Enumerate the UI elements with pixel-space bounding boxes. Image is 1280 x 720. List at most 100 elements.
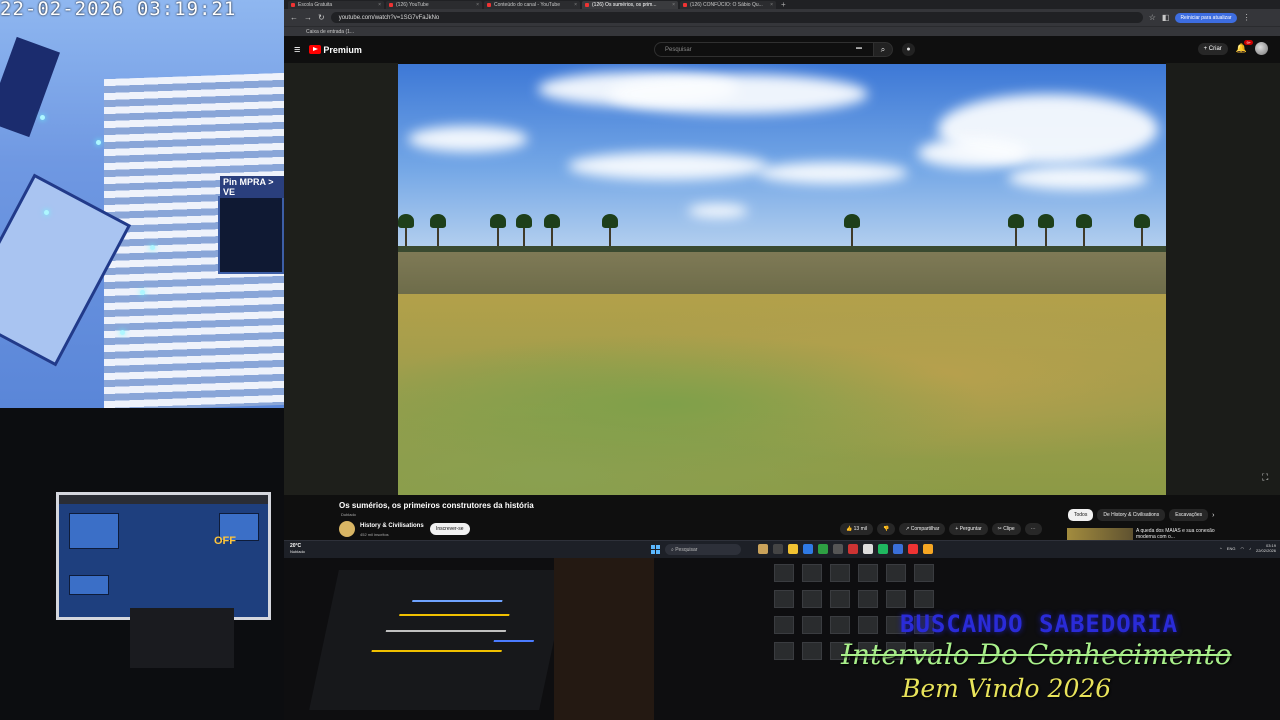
- video-actions: 👍 13 mil 👎 ↗ Compartilhar + Perguntar ✂ …: [840, 523, 1042, 535]
- search-button[interactable]: ⌕: [873, 42, 893, 57]
- studio-desk: [130, 608, 234, 668]
- tab-bar: Escola Gratuita × (126) YouTube × Conteúdo…: [284, 0, 1280, 9]
- close-icon[interactable]: ×: [574, 2, 577, 8]
- close-icon[interactable]: ×: [770, 2, 773, 8]
- player-background: [1166, 63, 1280, 495]
- close-icon[interactable]: ×: [378, 2, 381, 8]
- equipment-rack: [554, 558, 654, 720]
- close-icon[interactable]: ×: [672, 2, 675, 8]
- browser-tab[interactable]: (126) YouTube ×: [386, 0, 482, 9]
- create-button[interactable]: + Criar: [1197, 42, 1228, 55]
- player-background: [284, 63, 398, 495]
- cam-sign: Pin MPRA > VE: [220, 176, 284, 198]
- led-light: [40, 115, 45, 120]
- windows-start-icon[interactable]: [651, 545, 660, 554]
- weather-widget[interactable]: 20°C Nublado: [290, 543, 305, 555]
- dubbed-label: Dublado: [341, 512, 356, 517]
- star-icon[interactable]: ☆: [1149, 13, 1156, 22]
- file-explorer-icon[interactable]: [788, 544, 798, 554]
- chrome-icon[interactable]: [818, 544, 828, 554]
- security-camera-feed: Pin MPRA > VE 22-02-2026 03:19:21: [0, 0, 284, 408]
- app-icon[interactable]: [758, 544, 768, 554]
- related-chips: Todos De History & Civilisations Escavaç…: [1068, 509, 1215, 521]
- app-icon[interactable]: [878, 544, 888, 554]
- system-tray: ^ ENG ◠ ♪ 03:19 22/02/2026: [1220, 543, 1276, 553]
- app-icon[interactable]: [923, 544, 933, 554]
- recommended-thumbnail[interactable]: [1067, 528, 1133, 540]
- more-menu-icon[interactable]: ⋮: [1243, 13, 1251, 22]
- video-player[interactable]: [398, 64, 1166, 495]
- taskbar-search-input[interactable]: ⌕ Pesquisar: [665, 544, 741, 555]
- bookmark-item[interactable]: Caixa de entrada (1...: [306, 29, 354, 35]
- clip-button[interactable]: ✂ Clipe: [991, 523, 1021, 535]
- edge-icon[interactable]: [803, 544, 813, 554]
- store-icon[interactable]: [833, 544, 843, 554]
- led-light: [140, 290, 145, 295]
- close-icon[interactable]: ×: [476, 2, 479, 8]
- overlay-title: BUSCANDO SABEDORIA: [900, 610, 1179, 638]
- tab-favicon-icon: [487, 2, 491, 7]
- overlay-subtitle: Intervalo Do Conhecimento: [841, 638, 1232, 671]
- avatar[interactable]: [1255, 42, 1268, 55]
- cam-device: [218, 196, 284, 274]
- screen: Pin MPRA > VE 22-02-2026 03:19:21 OFF Es…: [0, 0, 1280, 720]
- cam-object: [0, 36, 61, 138]
- share-button[interactable]: ↗ Compartilhar: [899, 523, 946, 535]
- youtube-header: ≡ Premium Pesquisar ▬ ⌕ ● + Criar 🔔 9+: [284, 36, 1280, 63]
- ask-button[interactable]: + Perguntar: [949, 523, 988, 535]
- microphone-icon[interactable]: ●: [902, 43, 915, 56]
- volume-icon[interactable]: ♪: [1249, 546, 1251, 551]
- led-light: [150, 245, 155, 250]
- forward-icon[interactable]: →: [304, 13, 312, 22]
- tray-chevron-icon[interactable]: ^: [1220, 546, 1222, 551]
- studio-webcam: OFF: [0, 408, 284, 720]
- channel-name[interactable]: History & Civilisations: [360, 523, 424, 529]
- notifications-bell-icon[interactable]: 🔔 9+: [1236, 40, 1253, 54]
- overlay-welcome: Bem Vindo 2026: [902, 674, 1112, 703]
- browser-tab[interactable]: Escola Gratuita ×: [288, 0, 384, 9]
- browser-tab[interactable]: Conteúdo do canal - YouTube ×: [484, 0, 580, 9]
- camera-timestamp: 22-02-2026 03:19:21: [0, 0, 237, 20]
- hamburger-menu-icon[interactable]: ≡: [294, 44, 300, 56]
- browser-tab[interactable]: (126) CONFÚCIO: O Sábio Qu... ×: [680, 0, 776, 9]
- youtube-search-input[interactable]: Pesquisar: [654, 42, 874, 57]
- search-icon: ⌕: [880, 44, 886, 54]
- tab-favicon-icon: [291, 2, 295, 7]
- led-light: [120, 330, 125, 335]
- led-light: [44, 210, 49, 215]
- more-actions-button[interactable]: ⋯: [1024, 523, 1042, 535]
- video-frame-embankment: [398, 252, 1166, 300]
- extensions-icon[interactable]: ◧: [1162, 13, 1170, 22]
- back-icon[interactable]: ←: [290, 13, 298, 22]
- task-view-icon[interactable]: [773, 544, 783, 554]
- chip-channel[interactable]: De History & Civilisations: [1097, 509, 1166, 521]
- chevron-right-icon[interactable]: ›: [1212, 512, 1214, 519]
- clock[interactable]: 03:19 22/02/2026: [1256, 543, 1276, 553]
- restart-to-update-button[interactable]: Reiniciar para atualizar: [1175, 12, 1237, 23]
- new-tab-button[interactable]: +: [778, 0, 789, 9]
- video-frame-field: [398, 294, 1166, 495]
- youtube-logo[interactable]: Premium: [309, 45, 362, 55]
- channel-avatar[interactable]: [339, 521, 355, 537]
- subscribe-button[interactable]: Inscrever-se: [430, 523, 470, 535]
- windows-taskbar: 20°C Nublado ⌕ Pesquisar ^ ENG ◠ ♪ 03:19 2…: [284, 540, 1280, 558]
- dislike-button[interactable]: 👎: [876, 523, 896, 535]
- like-button[interactable]: 👍 13 mil: [840, 523, 873, 535]
- app-icon[interactable]: [848, 544, 858, 554]
- wifi-icon[interactable]: ◠: [1240, 546, 1244, 551]
- reload-icon[interactable]: ↻: [318, 13, 325, 22]
- keyboard-icon[interactable]: ▬: [856, 45, 862, 51]
- app-icon[interactable]: [863, 544, 873, 554]
- language-indicator[interactable]: ENG: [1227, 546, 1236, 551]
- app-icon[interactable]: [893, 544, 903, 554]
- taskbar-apps: [758, 544, 933, 554]
- recommended-video[interactable]: A queda dos MAIAS e sua conexão moderna …: [1067, 528, 1222, 540]
- recommended-title[interactable]: A queda dos MAIAS e sua conexão moderna …: [1136, 528, 1222, 540]
- browser-tab-active[interactable]: (126) Os sumérios, os prim... ×: [582, 0, 678, 9]
- url-input[interactable]: youtube.com/watch?v=1SG7vFaJkNo: [330, 12, 1143, 23]
- app-icon[interactable]: [908, 544, 918, 554]
- chip-all[interactable]: Todos: [1068, 509, 1094, 521]
- chip-excavations[interactable]: Escavações: [1169, 509, 1209, 521]
- tab-favicon-icon: [683, 2, 687, 7]
- browser-window: Escola Gratuita × (126) YouTube × Conteúdo…: [284, 0, 1280, 540]
